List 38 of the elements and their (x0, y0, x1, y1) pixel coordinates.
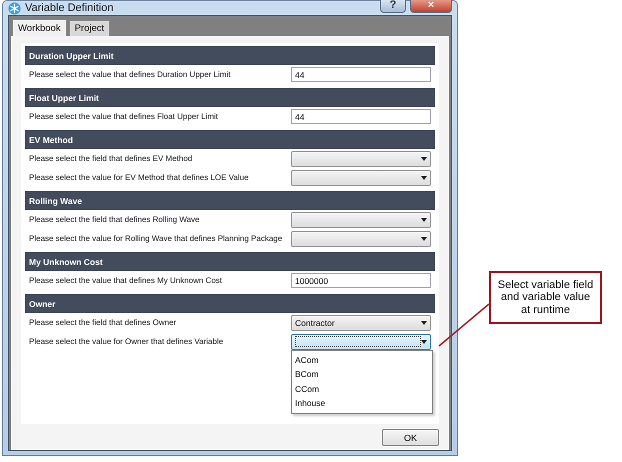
caret-icon (421, 156, 427, 160)
caret-icon (421, 218, 427, 222)
field-label: Please select the value that defines My Unknown Cost (29, 276, 223, 285)
field-label: Please select the field that defines EV Method (29, 154, 194, 163)
section-header: Float Upper Limit (25, 88, 435, 107)
field-label: Please select the value that defines Duration Upper Limit (29, 70, 232, 79)
dropdown-option[interactable]: CCom (292, 382, 432, 396)
caret-icon (421, 320, 427, 324)
field-label: Please select the value that defines Float Upper Limit (29, 112, 219, 121)
dropdown-option[interactable]: ACom (292, 352, 432, 367)
callout-note: Select variable field and variable value at runtime (489, 271, 602, 324)
field-label: Please select the field that defines Rolling Wave (29, 215, 200, 224)
input-field[interactable]: 44 (291, 109, 431, 124)
dropdown[interactable] (291, 334, 431, 350)
field-label: Please select the field that defines Owner (29, 318, 178, 327)
caret-icon (421, 176, 427, 180)
tab[interactable]: Workbook (12, 19, 67, 36)
snowflake-icon (8, 2, 21, 14)
dropdown-option[interactable]: BCom (292, 367, 432, 382)
field-label: Please select the value for Rolling Wave that defines Planning Package (29, 234, 284, 243)
field-label: Please select the value for Owner that defines Variable (29, 337, 224, 346)
section-header: Duration Upper Limit (25, 46, 435, 65)
dropdown-option[interactable]: Inhouse (292, 396, 432, 410)
dropdown[interactable]: Contractor (291, 314, 431, 330)
help-button[interactable]: ? (380, 0, 406, 12)
leader-line (438, 303, 490, 347)
window-title: Variable Definition (25, 2, 114, 14)
caret-icon (421, 340, 427, 344)
field-label: Please select the value for EV Method that defines LOE Value (29, 173, 250, 182)
ok-button[interactable]: OK (382, 429, 439, 446)
section-header: EV Method (25, 130, 435, 149)
input-field[interactable]: 1000000 (291, 273, 431, 288)
tab[interactable]: Project (68, 20, 110, 36)
input-field[interactable]: 44 (291, 67, 431, 82)
caret-icon (421, 236, 427, 240)
section-header: Owner (25, 294, 435, 313)
section-header: My Unknown Cost (25, 252, 435, 271)
section-header: Rolling Wave (25, 191, 435, 210)
